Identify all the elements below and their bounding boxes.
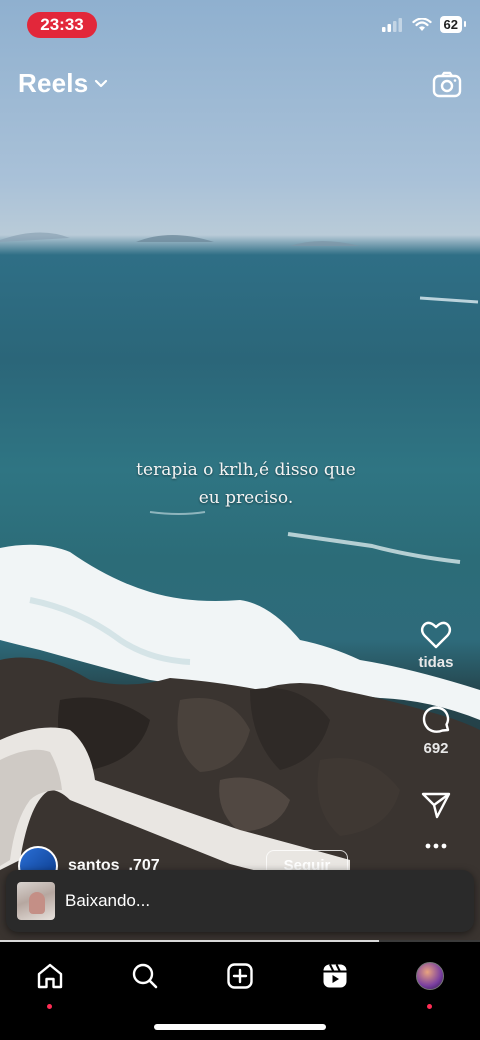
status-icons: 62 — [381, 16, 467, 33]
video-caption: terapia o krlh,é disso que eu preciso. — [90, 456, 402, 512]
nav-home[interactable] — [30, 956, 70, 1009]
page-title: Reels — [18, 68, 89, 98]
status-time: 23:33 — [27, 12, 97, 38]
nav-reels[interactable] — [315, 956, 355, 996]
reels-icon — [323, 964, 347, 988]
search-icon — [132, 963, 158, 989]
like-button[interactable]: tidas — [408, 620, 464, 671]
create-icon — [227, 963, 253, 989]
wifi-icon — [411, 17, 432, 31]
battery-indicator: 62 — [439, 16, 467, 33]
download-toast: Baixando... — [6, 870, 474, 932]
like-count: tidas — [418, 654, 454, 671]
profile-notification-dot — [427, 1004, 432, 1009]
comment-icon — [422, 706, 450, 733]
home-notification-dot — [47, 1004, 52, 1009]
camera-icon — [432, 71, 462, 98]
share-button[interactable] — [408, 790, 464, 820]
more-horizontal-icon — [425, 843, 447, 849]
home-icon — [37, 963, 63, 989]
nav-search[interactable] — [125, 956, 165, 996]
comment-count: 692 — [423, 740, 449, 757]
toast-thumbnail — [17, 882, 55, 920]
comment-button[interactable]: 692 — [408, 704, 464, 757]
signal-icon — [381, 17, 402, 32]
profile-avatar — [416, 962, 444, 990]
caption-line-1: terapia o krlh,é disso que — [136, 460, 356, 480]
nav-create[interactable] — [220, 956, 260, 996]
reels-screen: 23:33 62 Reels terapia o krlh,é disso qu… — [0, 0, 480, 1040]
send-icon — [421, 792, 451, 819]
chevron-down-icon — [95, 79, 108, 87]
heart-icon — [420, 621, 452, 649]
home-indicator[interactable] — [154, 1024, 326, 1030]
camera-button[interactable] — [432, 70, 462, 100]
more-options-button[interactable] — [408, 842, 464, 850]
toast-message: Baixando... — [65, 891, 151, 910]
caption-line-2: eu preciso. — [198, 488, 294, 508]
nav-profile[interactable] — [410, 956, 450, 1009]
reels-title-dropdown[interactable]: Reels — [18, 68, 108, 99]
